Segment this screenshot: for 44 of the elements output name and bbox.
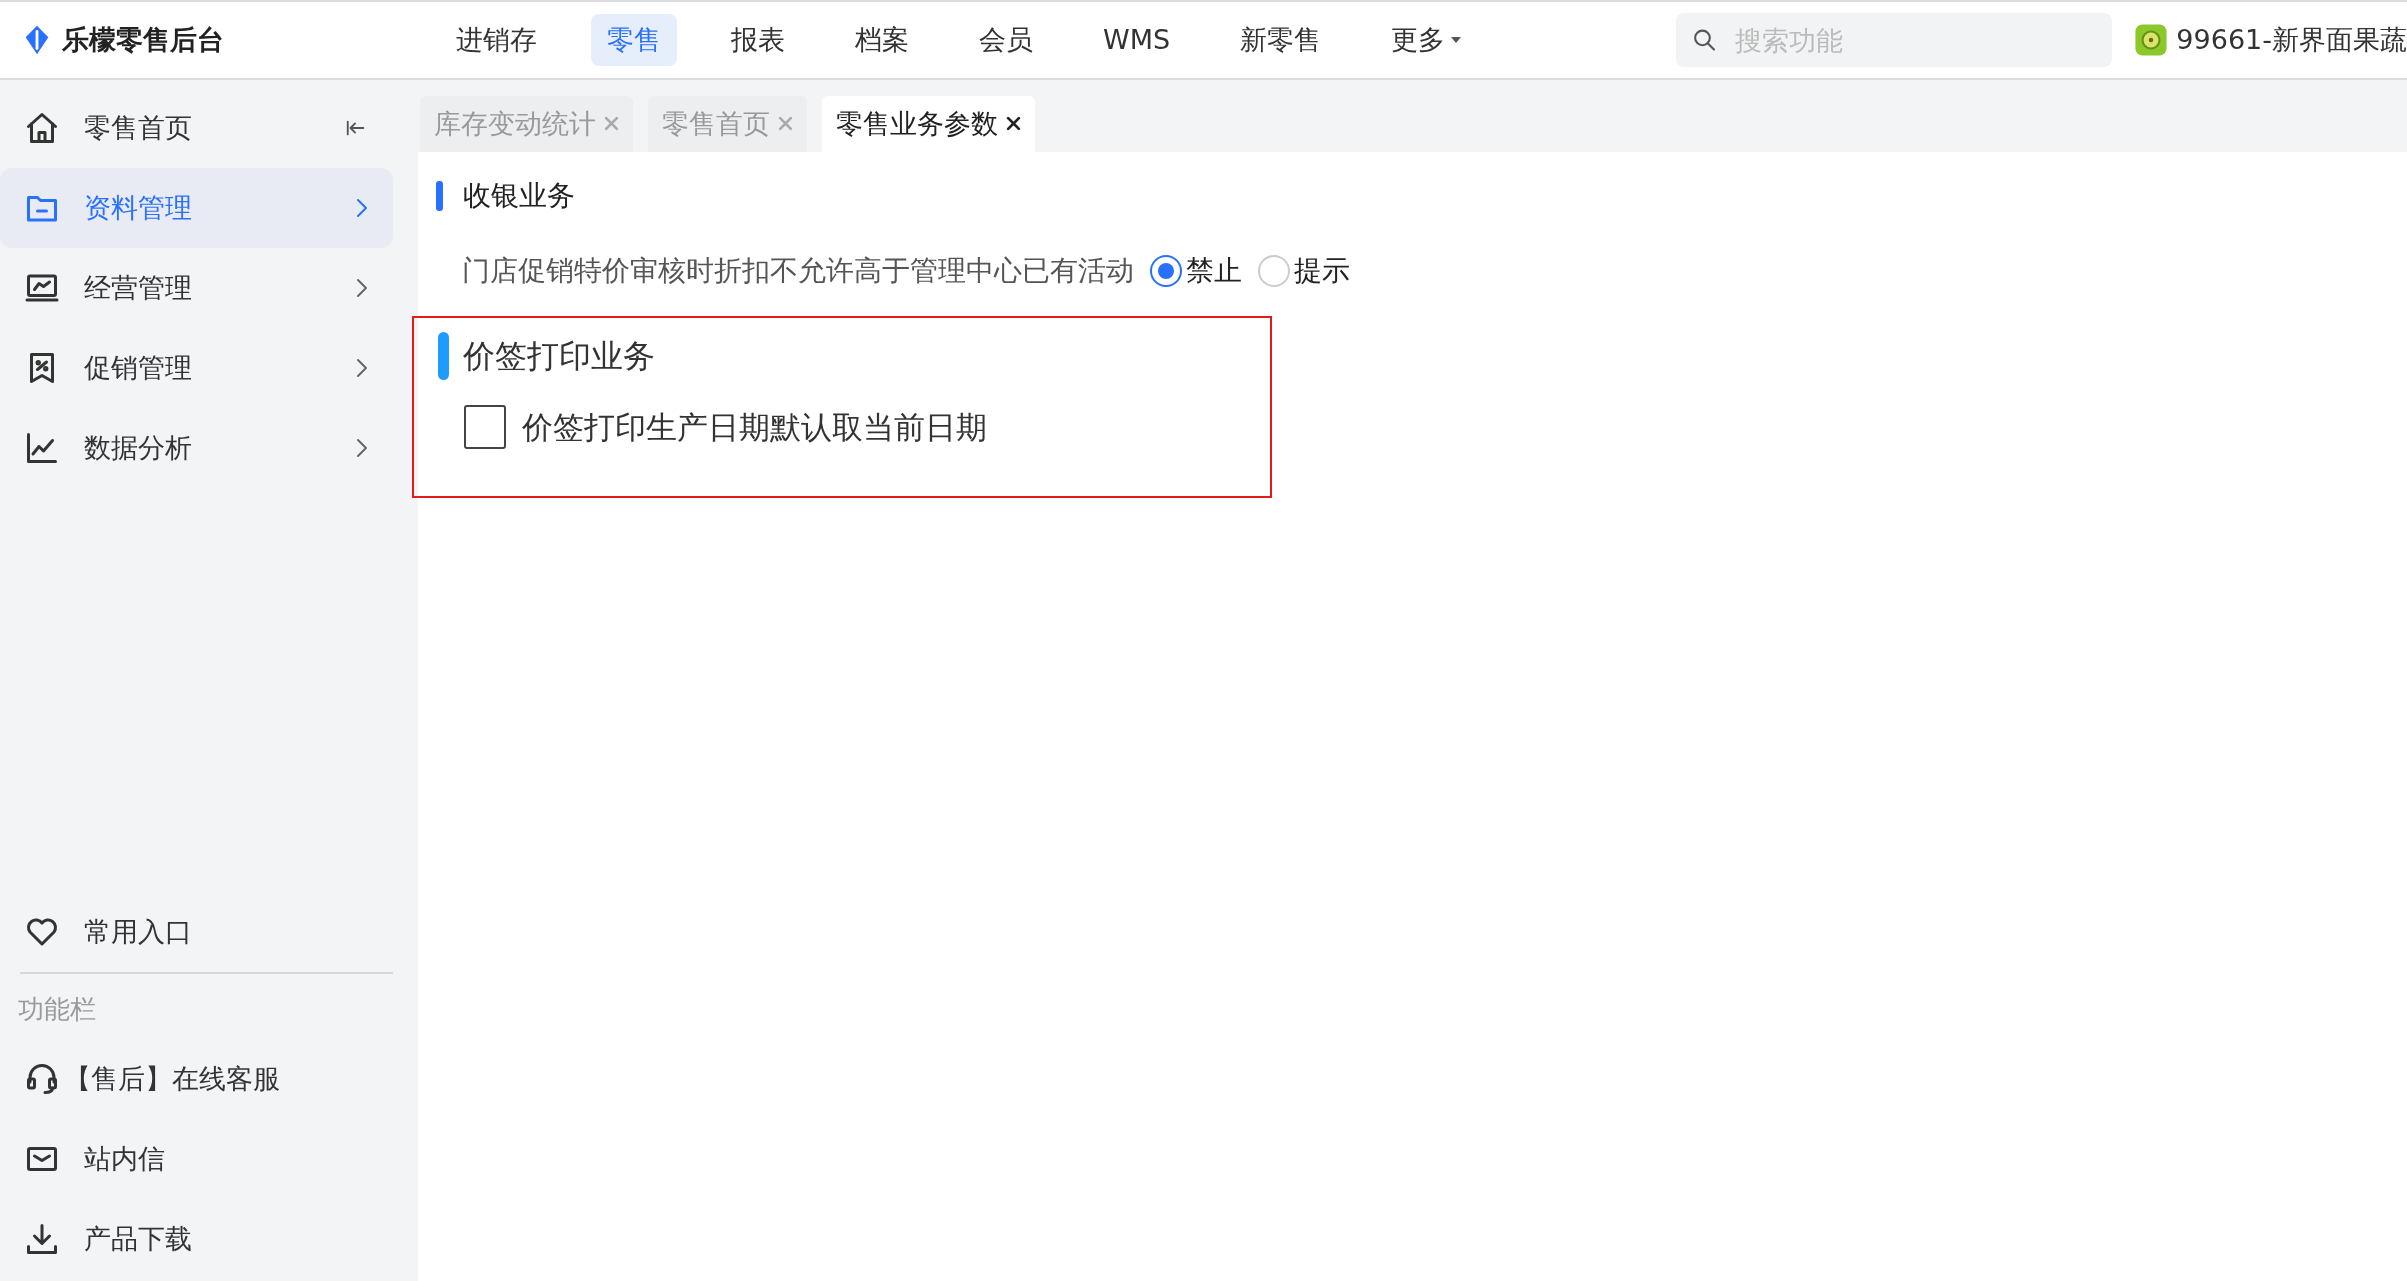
chevron-right-icon bbox=[355, 197, 369, 219]
sidebar-item[interactable]: 零售首页 bbox=[0, 88, 393, 168]
nav-tab[interactable]: 新零售 bbox=[1224, 13, 1338, 67]
tab[interactable]: 零售业务参数 bbox=[822, 95, 1035, 152]
nav-tab[interactable]: 档案 bbox=[839, 13, 925, 67]
headset-icon bbox=[24, 1061, 60, 1097]
checkbox-label: 价签打印生产日期默认取当前日期 bbox=[522, 407, 987, 447]
home-icon bbox=[24, 110, 60, 146]
nav-tab[interactable]: WMS bbox=[1087, 13, 1187, 67]
chevron-right-icon bbox=[355, 277, 369, 299]
nav-tab[interactable]: 更多 bbox=[1375, 13, 1480, 67]
accent-bar bbox=[438, 332, 449, 380]
radio-button[interactable] bbox=[1150, 255, 1182, 287]
chevron-right-icon bbox=[355, 357, 369, 379]
nav-tab[interactable]: 进销存 bbox=[440, 13, 553, 67]
sidebar-item[interactable]: 【售后】在线客服 bbox=[0, 1039, 393, 1119]
radio-button[interactable] bbox=[1258, 255, 1290, 287]
nav-tab[interactable]: 报表 bbox=[715, 13, 801, 67]
sidebar-item[interactable]: 常用入口 bbox=[0, 892, 393, 972]
sidebar-item[interactable]: 数据分析 bbox=[0, 408, 393, 488]
sidebar-item[interactable]: 资料管理 bbox=[0, 168, 393, 248]
sidebar-item[interactable]: 产品下载 bbox=[0, 1199, 393, 1279]
accent-bar bbox=[436, 181, 443, 211]
search-input[interactable]: 搜索功能 bbox=[1733, 13, 2097, 67]
close-icon[interactable] bbox=[1006, 116, 1021, 132]
store-name[interactable]: 99661-新界面果蔬 bbox=[2176, 19, 2407, 61]
radio-label: 提示 bbox=[1294, 253, 1350, 289]
chevron-right-icon bbox=[355, 437, 369, 459]
line-chart-icon bbox=[24, 430, 60, 466]
radio-label: 禁止 bbox=[1186, 253, 1242, 289]
nav-tab[interactable]: 会员 bbox=[963, 13, 1049, 67]
sidebar-item[interactable]: 经营管理 bbox=[0, 248, 393, 328]
section-label: 功能栏 bbox=[17, 993, 97, 1026]
checkbox[interactable] bbox=[464, 405, 506, 449]
sidebar-item[interactable]: 站内信 bbox=[0, 1119, 393, 1199]
sidebar-item[interactable]: 促销管理 bbox=[0, 328, 393, 408]
section-title: 价签打印业务 bbox=[463, 336, 655, 377]
search-field[interactable]: 搜索功能 bbox=[1676, 13, 2113, 67]
nav-tab[interactable]: 零售 bbox=[591, 13, 677, 67]
setting-label: 门店促销特价审核时折扣不允许高于管理中心已有活动 bbox=[462, 253, 1134, 289]
download-icon bbox=[24, 1221, 60, 1257]
fruit-icon bbox=[2134, 23, 2169, 57]
brand-name: 乐檬零售后台 bbox=[62, 22, 224, 57]
section-title: 收银业务 bbox=[463, 178, 575, 214]
